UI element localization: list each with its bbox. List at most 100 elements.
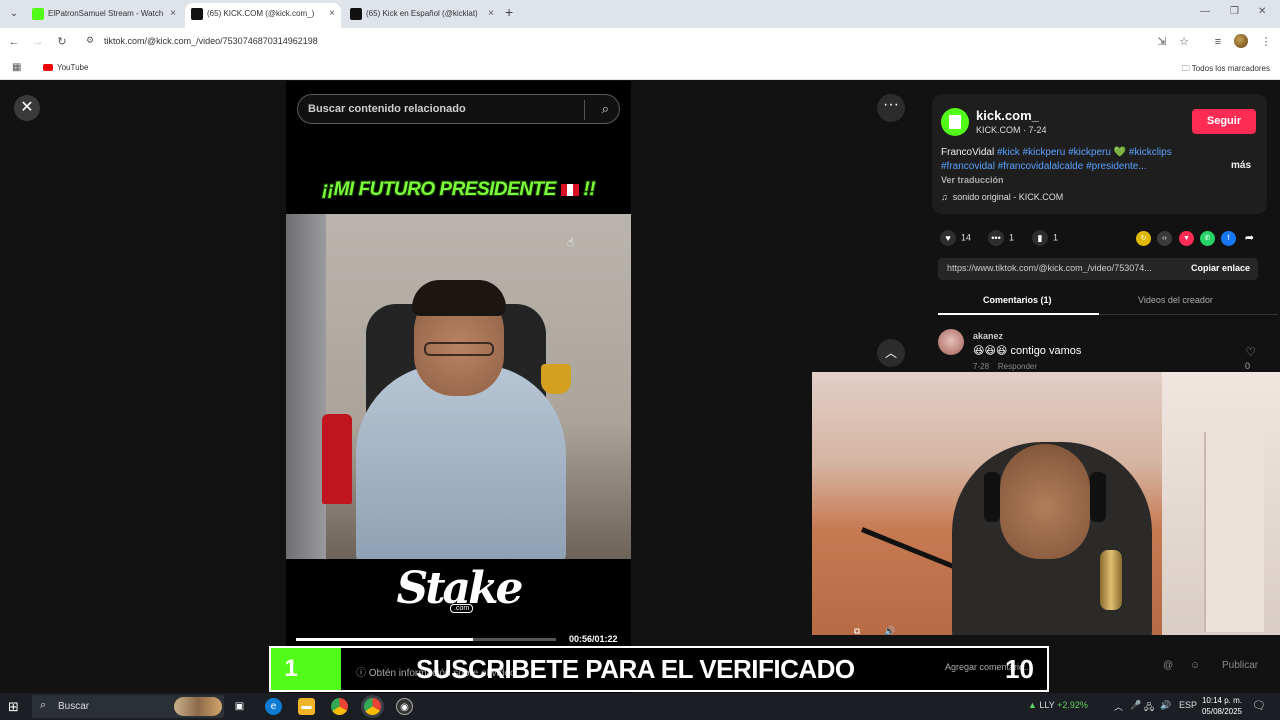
all-bookmarks[interactable]: 🗀 Todos los marcadores xyxy=(1182,63,1270,77)
creator-avatar[interactable] xyxy=(941,108,969,136)
video-link-text[interactable]: https://www.tiktok.com/@kick.com_/video/… xyxy=(947,263,1177,273)
creator-name[interactable]: kick.com_ xyxy=(976,108,1039,123)
webcam-door xyxy=(1204,432,1264,632)
close-video-button[interactable]: ✕ xyxy=(14,95,40,121)
related-search-input[interactable]: Buscar contenido relacionado ⌕ xyxy=(297,94,620,124)
taskbar-search[interactable]: ⌕ Buscar xyxy=(32,695,224,718)
video-progress-bar[interactable] xyxy=(296,638,556,641)
comment-button[interactable]: ••• 1 xyxy=(988,230,1014,246)
profile-avatar[interactable] xyxy=(1234,34,1248,48)
tiktok-favicon-icon xyxy=(350,8,362,20)
bookmark-star-icon[interactable]: ☆ xyxy=(1176,34,1192,50)
new-tab-button[interactable]: + xyxy=(505,4,513,20)
minimize-icon[interactable]: — xyxy=(1200,6,1210,17)
like-button[interactable]: ♥ 14 xyxy=(940,230,971,246)
stock-change: +2.92% xyxy=(1057,700,1088,710)
search-icon: ⌕ xyxy=(40,699,47,711)
reload-icon[interactable]: ↻ xyxy=(54,34,70,50)
notifications-icon[interactable]: 🗨 xyxy=(1252,699,1266,712)
close-window-icon[interactable]: ✕ xyxy=(1258,6,1266,17)
tiktok-favicon-icon xyxy=(191,8,203,20)
windows-start-icon[interactable]: ⊞ xyxy=(8,699,23,714)
file-explorer-icon[interactable]: ▬ xyxy=(298,698,315,715)
engagement-bar: ♥ 14 ••• 1 ▮ 1 ↻ ‹› ▼ ✆ f ➦ xyxy=(920,227,1280,249)
speaker-icon[interactable]: 🔊 xyxy=(1160,700,1171,711)
youtube-icon xyxy=(43,64,53,71)
clock[interactable]: 10:14 p. m. 05/08/2025 xyxy=(1200,695,1242,717)
menu-kebab-icon[interactable]: ⋮ xyxy=(1258,34,1274,50)
search-highlight-image xyxy=(174,697,222,716)
pip-icon[interactable]: ⧉ xyxy=(854,626,860,635)
video-description: FrancoVidal #kick #kickperu #kickperu 💚 … xyxy=(941,146,1221,174)
network-icon[interactable]: 🖧 xyxy=(1144,700,1154,716)
green-heart-emoji: 💚 xyxy=(1113,147,1127,158)
hashtag-link[interactable]: #kick #kickperu #kickperu xyxy=(997,147,1111,158)
edge-icon[interactable]: e xyxy=(265,698,282,715)
commenter-name[interactable]: akanez xyxy=(973,331,1003,341)
forward-icon[interactable]: → xyxy=(30,34,46,50)
active-tab-underline xyxy=(938,313,1099,315)
tab-comments[interactable]: Comentarios (1) xyxy=(983,295,1052,305)
close-tab-icon[interactable]: × xyxy=(329,3,335,25)
post-comment-button[interactable]: Publicar xyxy=(1222,660,1258,671)
search-placeholder: Buscar contenido relacionado xyxy=(308,103,466,115)
volume-icon[interactable]: 🔊 xyxy=(884,626,895,635)
tab-tiktok-kick[interactable]: (65) KICK.COM (@kick.com_) × xyxy=(185,3,341,28)
language-indicator[interactable]: ESP xyxy=(1179,700,1197,710)
webcam-headphone-right xyxy=(1090,472,1106,522)
hashtag-link[interactable]: #kickclips xyxy=(1129,147,1172,158)
tab-kick-stream[interactable]: ElPatronSamuel Stream - Watch × xyxy=(26,3,182,28)
mention-icon[interactable]: @ xyxy=(1163,660,1173,671)
send-icon[interactable]: ▼ xyxy=(1179,231,1194,246)
video-wall xyxy=(286,214,326,559)
share-arrow-icon[interactable]: ➦ xyxy=(1242,231,1257,246)
apps-grid-icon[interactable]: ▦ xyxy=(12,62,21,73)
close-tab-icon[interactable]: × xyxy=(488,3,494,25)
restore-icon[interactable]: ❐ xyxy=(1230,6,1239,17)
stock-symbol: LLY xyxy=(1039,700,1055,710)
browser-tab-strip: ⌄ ElPatronSamuel Stream - Watch × (65) K… xyxy=(0,0,1280,28)
commenter-avatar[interactable] xyxy=(938,329,964,355)
chrome-active-icon[interactable] xyxy=(364,698,381,715)
tab-search-icon[interactable]: ⌄ xyxy=(6,6,22,22)
tab-creator-videos[interactable]: Videos del creador xyxy=(1138,295,1213,305)
video-player[interactable]: Buscar contenido relacionado ⌕ ¡¡MI FUTU… xyxy=(286,81,631,693)
chrome-icon[interactable] xyxy=(331,698,348,715)
sound-link[interactable]: ♫ sonido original - KICK.COM xyxy=(941,192,1063,202)
emoji-icon[interactable]: ☺ xyxy=(1190,660,1200,671)
tray-chevron-icon[interactable]: ︿ xyxy=(1114,700,1123,713)
sound-name: sonido original - KICK.COM xyxy=(952,192,1064,202)
comment-like-icon[interactable]: ♡ xyxy=(1245,345,1256,359)
tab-tiktok-kicklat[interactable]: (65) Kick en Español (@kicklat) × xyxy=(344,3,500,28)
mic-icon[interactable]: 🎤 xyxy=(1130,700,1141,711)
install-app-icon[interactable]: ⇲ xyxy=(1154,34,1170,50)
stock-widget[interactable]: ▲ LLY +2.92% xyxy=(1028,700,1088,710)
more-options-button[interactable]: ··· xyxy=(877,94,905,122)
save-button[interactable]: ▮ 1 xyxy=(1032,230,1058,246)
url-text: tiktok.com/@kick.com_/video/753074687031… xyxy=(104,36,318,46)
search-icon[interactable]: ⌕ xyxy=(602,101,609,117)
back-icon[interactable]: ← xyxy=(6,34,22,50)
reply-button[interactable]: Responder xyxy=(998,362,1037,371)
reading-list-icon[interactable]: ≡ xyxy=(1210,34,1226,50)
see-translation-link[interactable]: Ver traducción xyxy=(941,175,1004,185)
site-info-icon[interactable]: ⚙ xyxy=(86,35,94,46)
address-bar[interactable]: ⚙ tiktok.com/@kick.com_/video/7530746870… xyxy=(80,31,1200,53)
whatsapp-icon[interactable]: ✆ xyxy=(1200,231,1215,246)
bookmark-icon: ▮ xyxy=(1032,230,1048,246)
close-tab-icon[interactable]: × xyxy=(170,3,176,25)
more-description-button[interactable]: más xyxy=(1231,160,1251,171)
task-view-icon[interactable]: ▣ xyxy=(231,698,248,715)
comment-text: 😆😆😆 contigo vamos xyxy=(973,345,1082,357)
facebook-icon[interactable]: f xyxy=(1221,231,1236,246)
embed-icon[interactable]: ‹› xyxy=(1157,231,1172,246)
video-person-hair xyxy=(412,280,506,316)
bookmark-youtube[interactable]: YouTube xyxy=(43,63,88,72)
repost-icon[interactable]: ↻ xyxy=(1136,231,1151,246)
follow-button[interactable]: Seguir xyxy=(1192,109,1256,134)
obs-icon[interactable]: ◉ xyxy=(396,698,413,715)
heart-icon: ♥ xyxy=(940,230,956,246)
hashtag-link[interactable]: #francovidal #francovidalalcalde #presid… xyxy=(941,161,1147,172)
previous-video-button[interactable]: ︿ xyxy=(877,339,905,367)
copy-link-button[interactable]: Copiar enlace xyxy=(1191,263,1250,273)
